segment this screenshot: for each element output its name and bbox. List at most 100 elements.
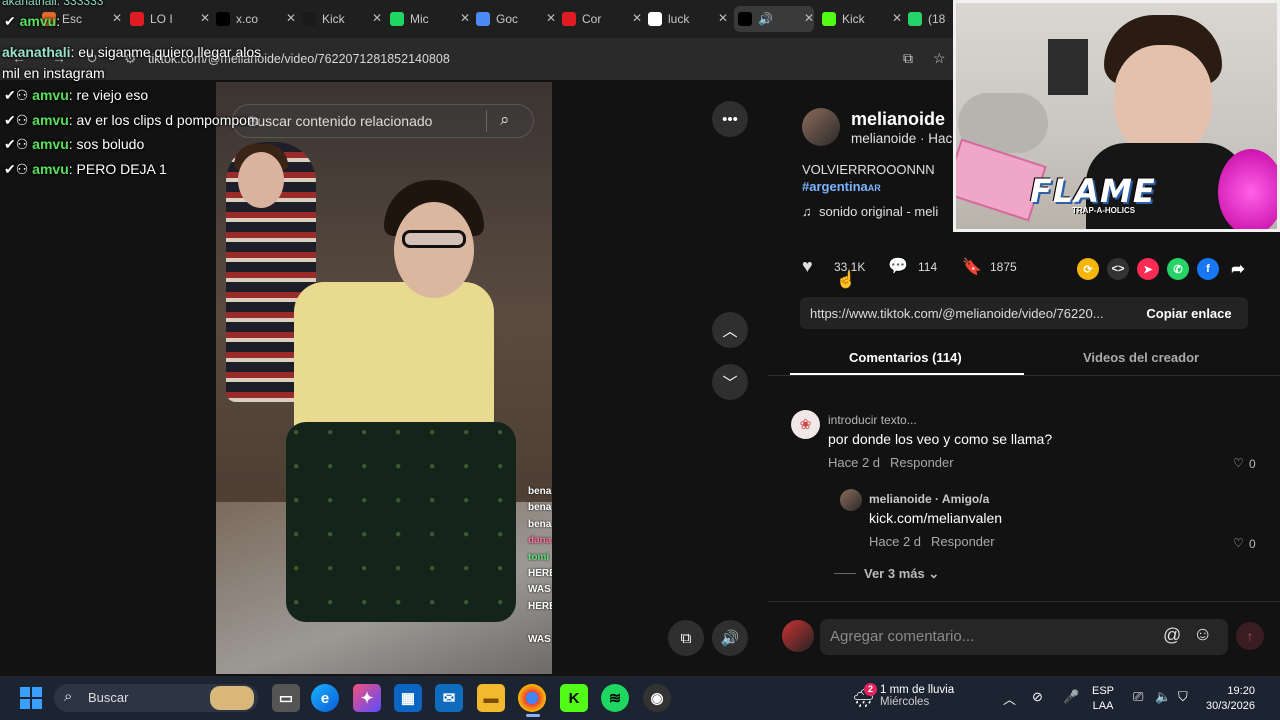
side-chat-line: bena <box>528 518 552 530</box>
close-icon[interactable]: ✕ <box>546 11 556 25</box>
more-replies-line <box>834 573 856 574</box>
comment-like-icon[interactable]: ♡ <box>1233 456 1244 470</box>
language-indicator[interactable]: ESP LAA <box>1092 684 1114 714</box>
chevron-up-icon[interactable]: ︿ <box>1003 689 1016 708</box>
next-video-button[interactable]: ﹀ <box>712 364 748 400</box>
author-avatar[interactable] <box>802 108 840 146</box>
chat-username: amvu <box>32 87 69 103</box>
browser-tab-4[interactable]: Mic ✕ <box>390 6 470 32</box>
browser-tab-7[interactable]: luck ✕ <box>648 6 728 32</box>
browser-tab-6[interactable]: Cor ✕ <box>562 6 642 32</box>
hashtag-link[interactable]: #argentinaAR <box>802 179 881 194</box>
copy-link-button[interactable]: Copiar enlace <box>1130 297 1248 329</box>
chat-username: amvu <box>32 161 69 177</box>
badge-icon: ✔ <box>4 13 16 29</box>
bookmark-icon[interactable]: 🔖 <box>962 257 982 277</box>
kick-icon[interactable]: K <box>560 684 588 712</box>
video-player[interactable]: bena bena bena dana tomi HERE WAS HERE WAS <box>216 82 552 674</box>
browser-tab-8[interactable]: 🔊 ✕ <box>734 6 814 32</box>
commenter-name[interactable]: introducir texto... <box>828 413 917 427</box>
close-icon[interactable]: ✕ <box>460 11 470 25</box>
shield-icon[interactable]: ⛉ <box>1178 689 1188 705</box>
related-search-placeholder: Buscar contenido relacionado <box>248 113 433 129</box>
close-icon[interactable]: ✕ <box>718 11 728 25</box>
tab-audio-icon[interactable]: 🔊 <box>758 12 773 26</box>
author-name[interactable]: melianoide <box>851 109 945 130</box>
search-icon[interactable]: ⌕ <box>500 110 510 130</box>
spotify-icon[interactable]: ≋ <box>601 684 629 712</box>
repost-icon[interactable]: ⟳ <box>1077 258 1099 280</box>
whatsapp-icon[interactable]: ✆ <box>1167 258 1189 280</box>
emoji-icon[interactable]: ☺ <box>1193 624 1212 646</box>
microphone-icon[interactable]: 🎤 <box>1063 689 1079 705</box>
user-avatar[interactable] <box>782 620 814 652</box>
close-icon[interactable]: ✕ <box>200 11 210 25</box>
windows-start-icon[interactable] <box>20 687 42 709</box>
browser-tab-2[interactable]: x.co ✕ <box>216 6 296 32</box>
facebook-icon[interactable]: f <box>1197 258 1219 280</box>
side-chat-line: WAS <box>528 633 551 645</box>
browser-tab-3[interactable]: Kick ✕ <box>302 6 382 32</box>
volume-icon[interactable]: 🔈 <box>1155 689 1171 705</box>
file-explorer-icon[interactable]: ▬ <box>477 684 505 712</box>
edge-icon[interactable]: e <box>311 684 339 712</box>
install-app-icon[interactable]: ⧉ <box>903 50 913 67</box>
win-tile <box>32 699 42 709</box>
tab-comments[interactable]: Comentarios (114) <box>849 350 962 365</box>
browser-tab-1[interactable]: LO I ✕ <box>130 6 210 32</box>
browser-tab-10[interactable]: (18 <box>908 6 952 32</box>
network-off-icon[interactable]: ⊘ <box>1032 689 1043 705</box>
commenter-avatar[interactable]: ❀ <box>791 410 820 439</box>
chrome-icon[interactable] <box>518 684 546 712</box>
side-chat-line: WAS <box>528 584 551 596</box>
author-handle: melianoide · Hac <box>851 131 953 146</box>
reply-author-name: melianoide · Amigo/a <box>869 492 990 506</box>
chat-username: amvu <box>19 13 57 29</box>
reply-author[interactable]: melianoide · Amigo/a <box>869 492 989 506</box>
reply-button[interactable]: Responder <box>890 455 954 470</box>
share-link-text[interactable]: https://www.tiktok.com/@melianoide/video… <box>810 306 1104 321</box>
close-icon[interactable]: ✕ <box>632 11 642 25</box>
view-more-replies[interactable]: Ver 3 más ⌄ <box>864 566 939 582</box>
browser-tab-5[interactable]: Goc ✕ <box>476 6 556 32</box>
clock[interactable]: 19:20 30/3/2026 <box>1206 684 1255 714</box>
close-icon[interactable]: ✕ <box>804 11 814 25</box>
comment-icon[interactable]: 💬 <box>888 256 908 276</box>
tab-creator-videos[interactable]: Videos del creador <box>1083 350 1199 365</box>
side-chat-line: dana <box>528 535 552 547</box>
copilot-icon[interactable]: ✦ <box>353 684 381 712</box>
close-icon[interactable]: ✕ <box>286 11 296 25</box>
reply-button[interactable]: Responder <box>931 534 995 549</box>
save-count: 1875 <box>990 260 1017 274</box>
post-comment-button[interactable]: ↑ <box>1236 622 1264 650</box>
display-icon[interactable]: ⎚ <box>1133 689 1143 705</box>
app-icon[interactable]: ◉ <box>643 684 671 712</box>
more-options-button[interactable]: ••• <box>712 101 748 137</box>
send-icon[interactable]: ➤ <box>1137 258 1159 280</box>
task-view-icon[interactable]: ▭ <box>272 684 300 712</box>
sound-row[interactable]: ♫ sonido original - meli <box>802 204 938 219</box>
mention-icon[interactable]: @ <box>1163 625 1181 646</box>
reply-avatar[interactable] <box>840 489 862 511</box>
reply-like-icon[interactable]: ♡ <box>1233 536 1244 550</box>
close-icon[interactable]: ✕ <box>112 11 122 25</box>
bookmark-star-icon[interactable]: ☆ <box>933 50 946 67</box>
outlook-icon[interactable]: ✉ <box>435 684 463 712</box>
previous-video-button[interactable]: ︿ <box>712 312 748 348</box>
google-icon <box>648 12 662 26</box>
tab-label: Goc <box>496 12 519 26</box>
reply-like-count: 0 <box>1249 537 1256 551</box>
close-icon[interactable]: ✕ <box>372 11 382 25</box>
browser-tab-9[interactable]: Kick ✕ <box>822 6 902 32</box>
youtube-icon <box>562 12 576 26</box>
tab-label: Esc <box>62 12 83 26</box>
volume-button[interactable]: 🔊 <box>712 620 748 656</box>
embed-icon[interactable]: <> <box>1107 258 1129 280</box>
share-arrow-icon[interactable]: ➦ <box>1227 258 1249 280</box>
store-icon[interactable]: ▦ <box>394 684 422 712</box>
heart-icon[interactable]: ♥ <box>802 256 813 277</box>
tab-label: LO I <box>150 12 173 26</box>
close-icon[interactable]: ✕ <box>892 11 902 25</box>
floating-player-button[interactable]: ⧉ <box>668 620 704 656</box>
hashtag-text: #argentina <box>802 179 868 194</box>
